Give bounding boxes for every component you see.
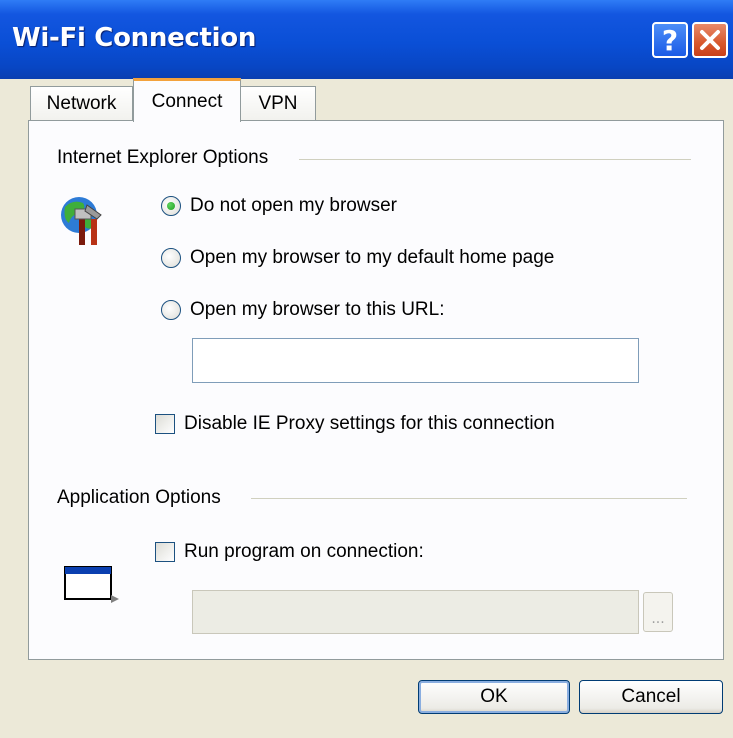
checkbox-disable-ie-proxy-label: Disable IE Proxy settings for this conne… — [184, 413, 555, 434]
ie-group-label: Internet Explorer Options — [57, 147, 277, 169]
help-icon[interactable]: ? — [652, 22, 688, 58]
radio-this-url-label: Open my browser to this URL: — [190, 299, 445, 320]
cancel-button-label: Cancel — [621, 686, 681, 707]
radio-button[interactable] — [161, 300, 181, 320]
tab-network-label: Network — [46, 92, 117, 114]
browse-button-label: ... — [651, 611, 665, 627]
app-group-label: Application Options — [57, 487, 229, 509]
ie-options-icon — [57, 193, 107, 249]
tab-connect-label: Connect — [151, 90, 223, 112]
browse-button[interactable]: ... — [643, 592, 673, 632]
ok-button[interactable]: OK — [418, 680, 570, 714]
checkbox-run-program-label: Run program on connection: — [184, 541, 424, 562]
program-path-input[interactable] — [192, 590, 639, 634]
close-icon[interactable] — [692, 22, 728, 58]
help-button-label: ? — [661, 23, 679, 57]
tab-vpn-label: VPN — [258, 92, 298, 114]
cancel-button[interactable]: Cancel — [579, 680, 723, 714]
radio-do-not-open[interactable]: Do not open my browser — [161, 195, 397, 217]
tab-connect[interactable]: Connect — [133, 78, 241, 124]
tab-page-connect: Internet Explorer Options Do not open my… — [28, 120, 724, 660]
title-bar: Wi-Fi Connection ? — [0, 0, 733, 79]
radio-default-home-label: Open my browser to my default home page — [190, 247, 555, 268]
radio-button[interactable] — [161, 196, 181, 216]
checkbox[interactable] — [155, 414, 175, 434]
close-x-glyph — [700, 30, 720, 50]
radio-do-not-open-label: Do not open my browser — [190, 195, 397, 216]
tab-vpn[interactable]: VPN — [240, 86, 316, 120]
app-group-divider — [251, 498, 687, 499]
checkbox[interactable] — [155, 542, 175, 562]
window-title: Wi-Fi Connection — [12, 23, 257, 53]
program-window-icon — [61, 563, 121, 607]
radio-default-home[interactable]: Open my browser to my default home page — [161, 247, 554, 269]
radio-button[interactable] — [161, 248, 181, 268]
ie-group-divider — [299, 159, 691, 160]
ok-button-label: OK — [480, 686, 508, 707]
dialog-window: Wi-Fi Connection ? Network Connect VPN I… — [0, 0, 733, 738]
checkbox-disable-ie-proxy[interactable]: Disable IE Proxy settings for this conne… — [155, 413, 555, 435]
tab-network[interactable]: Network — [30, 86, 133, 120]
radio-this-url[interactable]: Open my browser to this URL: — [161, 299, 444, 321]
url-input[interactable] — [192, 338, 639, 383]
checkbox-run-program[interactable]: Run program on connection: — [155, 541, 424, 563]
